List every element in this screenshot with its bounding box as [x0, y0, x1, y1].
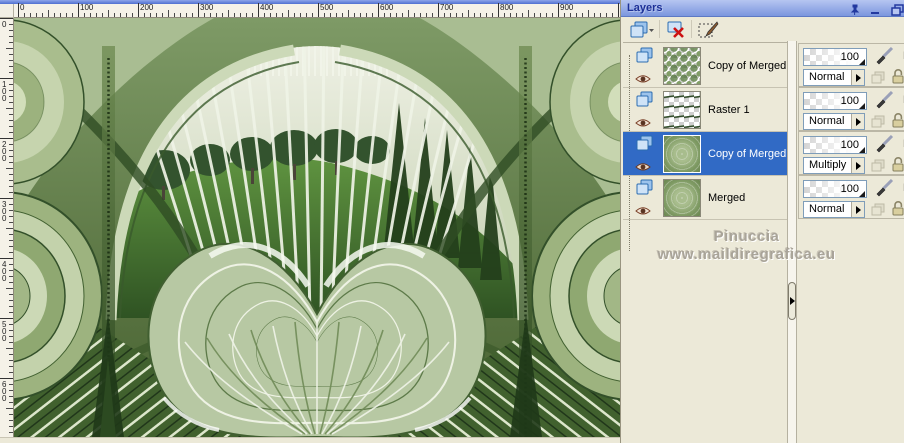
canvas-image[interactable] [0, 18, 733, 443]
opacity-value: 100 [840, 95, 859, 107]
layer-thumbnail [663, 91, 701, 129]
layer-controls-group: 100 N Normal [798, 87, 904, 131]
ruler-label: 400 [260, 3, 274, 12]
canvas-bottom-strip [0, 437, 620, 443]
opacity-slider[interactable]: 100 [803, 136, 867, 154]
blend-mode-value: Normal [809, 203, 845, 215]
opacity-slider-handle[interactable] [859, 59, 865, 65]
layer-controls-group: 100 N Multiply [798, 131, 904, 175]
dropdown-arrow-icon[interactable] [851, 114, 864, 129]
blend-mode-dropdown[interactable]: Normal [803, 113, 865, 130]
ruler-label: 600 [380, 3, 394, 12]
lock-icon[interactable] [891, 156, 904, 177]
lock-icon[interactable] [891, 200, 904, 221]
ruler-label: 100 [80, 3, 94, 12]
layer-name: Copy of Merged [708, 60, 787, 72]
minimize-icon[interactable] [869, 3, 883, 14]
dropdown-arrow-icon[interactable] [851, 202, 864, 217]
lock-icon[interactable] [891, 112, 904, 133]
toolbar-separator [691, 20, 692, 38]
splitter-handle[interactable] [788, 282, 796, 320]
opacity-value: 100 [840, 51, 859, 63]
palette-splitter[interactable] [787, 41, 797, 443]
visibility-eye-icon[interactable] [635, 115, 651, 133]
ruler-major-ticks [18, 3, 620, 17]
blend-mode-dropdown[interactable]: Multiply [803, 157, 865, 174]
raster-layer-icon [635, 179, 655, 202]
blend-mode-value: Multiply [809, 159, 847, 171]
ruler-label: 600 [2, 380, 7, 403]
opacity-value: 100 [840, 183, 859, 195]
opacity-slider-handle[interactable] [859, 147, 865, 153]
layer-row[interactable]: Merged [623, 176, 787, 220]
blend-mode-value: Normal [809, 115, 845, 127]
layer-thumbnail [663, 179, 701, 217]
ruler-label: 100 [2, 80, 7, 103]
visibility-eye-icon[interactable] [635, 159, 651, 177]
palette-toolbar [621, 17, 904, 42]
horizontal-ruler: 0 100 200 300 400 500 600 700 800 900 [14, 3, 620, 18]
ruler-label: 700 [440, 3, 454, 12]
visibility-eye-icon[interactable] [635, 203, 651, 221]
layer-controls-group: 100 N Normal [798, 175, 904, 219]
opacity-value: 100 [840, 139, 859, 151]
layer-name: Raster 1 [708, 104, 750, 116]
ruler-corner [0, 4, 14, 18]
delete-layer-button[interactable] [665, 19, 687, 40]
layer-row[interactable]: Copy of Merged [623, 44, 787, 88]
opacity-slider[interactable]: 100 [803, 48, 867, 66]
layer-name: Copy of Merged [708, 148, 787, 160]
ruler-label: 800 [500, 3, 514, 12]
raster-layer-icon [635, 135, 655, 158]
blend-mode-dropdown[interactable]: Normal [803, 69, 865, 86]
ruler-label: 200 [2, 140, 7, 163]
layer-thumbnail [663, 47, 701, 85]
layer-list: Copy of Merged Raster 1 Copy of Merged M… [623, 42, 787, 443]
blend-mode-value: Normal [809, 71, 845, 83]
opacity-slider[interactable]: 100 [803, 92, 867, 110]
layer-group-icon[interactable] [871, 203, 886, 221]
pin-icon[interactable] [849, 3, 863, 15]
dropdown-arrow-icon[interactable] [851, 158, 864, 173]
visibility-eye-icon[interactable] [635, 71, 651, 89]
raster-layer-icon [635, 47, 655, 70]
layers-palette: Layers Copy of Merged Raster 1 Copy of M… [620, 0, 904, 443]
ruler-label: 300 [200, 3, 214, 12]
ruler-label: 900 [560, 3, 574, 12]
opacity-slider[interactable]: 100 [803, 180, 867, 198]
ruler-label: 200 [140, 3, 154, 12]
ruler-label: 0 [2, 20, 7, 29]
ruler-label: 500 [320, 3, 334, 12]
layer-name: Merged [708, 192, 746, 204]
palette-titlebar[interactable]: Layers [621, 0, 904, 17]
ruler-label: 500 [2, 320, 7, 343]
blend-mode-dropdown[interactable]: Normal [803, 201, 865, 218]
psp-window: 0 100 200 300 400 500 600 700 800 900 0 … [0, 0, 904, 443]
opacity-slider-handle[interactable] [859, 103, 865, 109]
new-layer-button[interactable] [629, 19, 655, 40]
layer-controls-group: 100 N Normal [798, 43, 904, 87]
palette-title: Layers [627, 2, 663, 14]
ruler-label: 0 [20, 3, 25, 12]
raster-layer-icon [635, 91, 655, 114]
edit-selection-button[interactable] [697, 19, 721, 40]
vertical-ruler: 0 100 200 300 400 500 600 [0, 18, 14, 437]
toolbar-separator [659, 20, 660, 38]
layer-row-selected[interactable]: Copy of Merged [623, 132, 787, 176]
restore-window-icon[interactable] [891, 3, 904, 16]
ruler-label: 300 [2, 200, 7, 223]
layer-controls: 100 N Normal [798, 42, 904, 443]
lock-icon[interactable] [891, 68, 904, 89]
layer-thumbnail [663, 135, 701, 173]
ruler-label: 400 [2, 260, 7, 283]
opacity-slider-handle[interactable] [859, 191, 865, 197]
layer-row[interactable]: Raster 1 [623, 88, 787, 132]
dropdown-arrow-icon[interactable] [851, 70, 864, 85]
splitter-arrow-icon [790, 297, 795, 305]
